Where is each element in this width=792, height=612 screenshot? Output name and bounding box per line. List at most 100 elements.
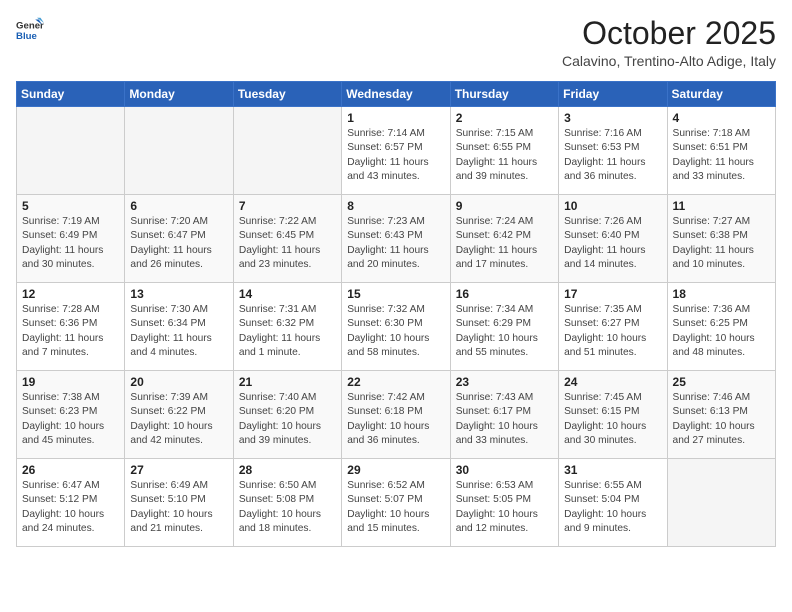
day-content: Sunrise: 7:34 AM Sunset: 6:29 PM Dayligh…	[456, 303, 553, 360]
day-content: Sunrise: 7:35 AM Sunset: 6:27 PM Dayligh…	[564, 303, 661, 360]
day-number: 8	[347, 199, 444, 213]
day-content: Sunrise: 7:23 AM Sunset: 6:43 PM Dayligh…	[347, 215, 444, 272]
day-content: Sunrise: 6:49 AM Sunset: 5:10 PM Dayligh…	[130, 479, 227, 536]
logo: General Blue	[16, 16, 44, 44]
calendar-cell: 20Sunrise: 7:39 AM Sunset: 6:22 PM Dayli…	[125, 371, 233, 459]
day-content: Sunrise: 7:45 AM Sunset: 6:15 PM Dayligh…	[564, 391, 661, 448]
day-number: 5	[22, 199, 119, 213]
calendar-week-1: 1 Sunrise: 7:14 AM Sunset: 6:57 PM Daylig…	[17, 107, 776, 195]
day-number: 12	[22, 287, 119, 301]
calendar-cell: 23 Sunrise: 7:43 AM Sunset: 6:17 PM Dayli…	[450, 371, 558, 459]
day-number: 9	[456, 199, 553, 213]
day-content: Sunrise: 6:47 AM Sunset: 5:12 PM Dayligh…	[22, 479, 119, 536]
calendar-cell: 14 Sunrise: 7:31 AM Sunset: 6:32 PM Dayli…	[233, 283, 341, 371]
calendar-cell: 28 Sunrise: 6:50 AM Sunset: 5:08 PM Dayli…	[233, 459, 341, 547]
calendar-cell: 24 Sunrise: 7:45 AM Sunset: 6:15 PM Dayli…	[559, 371, 667, 459]
day-content: Sunrise: 7:43 AM Sunset: 6:17 PM Dayligh…	[456, 391, 553, 448]
calendar-cell: 5 Sunrise: 7:19 AM Sunset: 6:49 PM Daylig…	[17, 195, 125, 283]
calendar-cell: 10Sunrise: 7:26 AM Sunset: 6:40 PM Dayli…	[559, 195, 667, 283]
day-content: Sunrise: 6:53 AM Sunset: 5:05 PM Dayligh…	[456, 479, 553, 536]
header-thursday: Thursday	[450, 82, 558, 107]
calendar-cell: 30 Sunrise: 6:53 AM Sunset: 5:05 PM Dayli…	[450, 459, 558, 547]
header-tuesday: Tuesday	[233, 82, 341, 107]
day-number: 6	[130, 199, 227, 213]
day-content: Sunrise: 7:36 AM Sunset: 6:25 PM Dayligh…	[673, 303, 770, 360]
day-number: 31	[564, 463, 661, 477]
calendar-cell: 6 Sunrise: 7:20 AM Sunset: 6:47 PM Daylig…	[125, 195, 233, 283]
day-content: Sunrise: 7:40 AM Sunset: 6:20 PM Dayligh…	[239, 391, 336, 448]
calendar-cell: 13 Sunrise: 7:30 AM Sunset: 6:34 PM Dayli…	[125, 283, 233, 371]
day-number: 25	[673, 375, 770, 389]
day-content: Sunrise: 7:31 AM Sunset: 6:32 PM Dayligh…	[239, 303, 336, 360]
day-content: Sunrise: 7:32 AM Sunset: 6:30 PM Dayligh…	[347, 303, 444, 360]
svg-text:Blue: Blue	[16, 31, 37, 42]
day-number: 22	[347, 375, 444, 389]
day-number: 4	[673, 111, 770, 125]
day-number: 17	[564, 287, 661, 301]
calendar-cell: 25 Sunrise: 7:46 AM Sunset: 6:13 PM Dayli…	[667, 371, 775, 459]
day-number: 26	[22, 463, 119, 477]
day-number: 11	[673, 199, 770, 213]
calendar-cell: 19 Sunrise: 7:38 AM Sunset: 6:23 PM Dayli…	[17, 371, 125, 459]
calendar-cell: 21 Sunrise: 7:40 AM Sunset: 6:20 PM Dayli…	[233, 371, 341, 459]
day-content: Sunrise: 7:38 AM Sunset: 6:23 PM Dayligh…	[22, 391, 119, 448]
day-number: 21	[239, 375, 336, 389]
day-content: Sunrise: 7:14 AM Sunset: 6:57 PM Dayligh…	[347, 127, 444, 184]
calendar-week-3: 12Sunrise: 7:28 AM Sunset: 6:36 PM Dayli…	[17, 283, 776, 371]
day-content: Sunrise: 7:16 AM Sunset: 6:53 PM Dayligh…	[564, 127, 661, 184]
calendar-cell: 12Sunrise: 7:28 AM Sunset: 6:36 PM Dayli…	[17, 283, 125, 371]
calendar-cell: 2 Sunrise: 7:15 AM Sunset: 6:55 PM Daylig…	[450, 107, 558, 195]
day-number: 18	[673, 287, 770, 301]
day-number: 1	[347, 111, 444, 125]
day-number: 24	[564, 375, 661, 389]
day-number: 28	[239, 463, 336, 477]
day-content: Sunrise: 7:27 AM Sunset: 6:38 PM Dayligh…	[673, 215, 770, 272]
day-number: 30	[456, 463, 553, 477]
calendar-week-5: 26 Sunrise: 6:47 AM Sunset: 5:12 PM Dayli…	[17, 459, 776, 547]
day-number: 19	[22, 375, 119, 389]
day-content: Sunrise: 7:46 AM Sunset: 6:13 PM Dayligh…	[673, 391, 770, 448]
day-content: Sunrise: 7:18 AM Sunset: 6:51 PM Dayligh…	[673, 127, 770, 184]
day-content: Sunrise: 7:39 AM Sunset: 6:22 PM Dayligh…	[130, 391, 227, 448]
location-subtitle: Calavino, Trentino-Alto Adige, Italy	[562, 53, 776, 69]
day-number: 13	[130, 287, 227, 301]
day-content: Sunrise: 7:20 AM Sunset: 6:47 PM Dayligh…	[130, 215, 227, 272]
calendar-cell: 22Sunrise: 7:42 AM Sunset: 6:18 PM Dayli…	[342, 371, 450, 459]
day-content: Sunrise: 6:50 AM Sunset: 5:08 PM Dayligh…	[239, 479, 336, 536]
day-number: 29	[347, 463, 444, 477]
day-number: 10	[564, 199, 661, 213]
calendar-cell: 8 Sunrise: 7:23 AM Sunset: 6:43 PM Daylig…	[342, 195, 450, 283]
calendar-cell: 26 Sunrise: 6:47 AM Sunset: 5:12 PM Dayli…	[17, 459, 125, 547]
day-content: Sunrise: 7:19 AM Sunset: 6:49 PM Dayligh…	[22, 215, 119, 272]
day-content: Sunrise: 7:22 AM Sunset: 6:45 PM Dayligh…	[239, 215, 336, 272]
calendar-cell	[17, 107, 125, 195]
calendar-header-row: SundayMondayTuesdayWednesdayThursdayFrid…	[17, 82, 776, 107]
day-number: 15	[347, 287, 444, 301]
calendar-cell	[125, 107, 233, 195]
calendar-cell: 4 Sunrise: 7:18 AM Sunset: 6:51 PM Daylig…	[667, 107, 775, 195]
day-content: Sunrise: 6:52 AM Sunset: 5:07 PM Dayligh…	[347, 479, 444, 536]
day-content: Sunrise: 7:15 AM Sunset: 6:55 PM Dayligh…	[456, 127, 553, 184]
calendar-cell: 17 Sunrise: 7:35 AM Sunset: 6:27 PM Dayli…	[559, 283, 667, 371]
header-sunday: Sunday	[17, 82, 125, 107]
calendar-cell: 16Sunrise: 7:34 AM Sunset: 6:29 PM Dayli…	[450, 283, 558, 371]
calendar-cell: 27 Sunrise: 6:49 AM Sunset: 5:10 PM Dayli…	[125, 459, 233, 547]
day-content: Sunrise: 7:30 AM Sunset: 6:34 PM Dayligh…	[130, 303, 227, 360]
header-monday: Monday	[125, 82, 233, 107]
header-wednesday: Wednesday	[342, 82, 450, 107]
calendar-cell: 7 Sunrise: 7:22 AM Sunset: 6:45 PM Daylig…	[233, 195, 341, 283]
calendar-cell	[233, 107, 341, 195]
day-number: 14	[239, 287, 336, 301]
calendar-cell: 9Sunrise: 7:24 AM Sunset: 6:42 PM Daylig…	[450, 195, 558, 283]
day-content: Sunrise: 6:55 AM Sunset: 5:04 PM Dayligh…	[564, 479, 661, 536]
day-number: 7	[239, 199, 336, 213]
day-number: 2	[456, 111, 553, 125]
day-number: 23	[456, 375, 553, 389]
calendar-cell: 29 Sunrise: 6:52 AM Sunset: 5:07 PM Dayli…	[342, 459, 450, 547]
calendar-cell: 3 Sunrise: 7:16 AM Sunset: 6:53 PM Daylig…	[559, 107, 667, 195]
day-number: 27	[130, 463, 227, 477]
month-title: October 2025	[562, 16, 776, 51]
day-number: 3	[564, 111, 661, 125]
calendar-week-2: 5 Sunrise: 7:19 AM Sunset: 6:49 PM Daylig…	[17, 195, 776, 283]
page-header: General Blue October 2025 Calavino, Tren…	[16, 16, 776, 69]
